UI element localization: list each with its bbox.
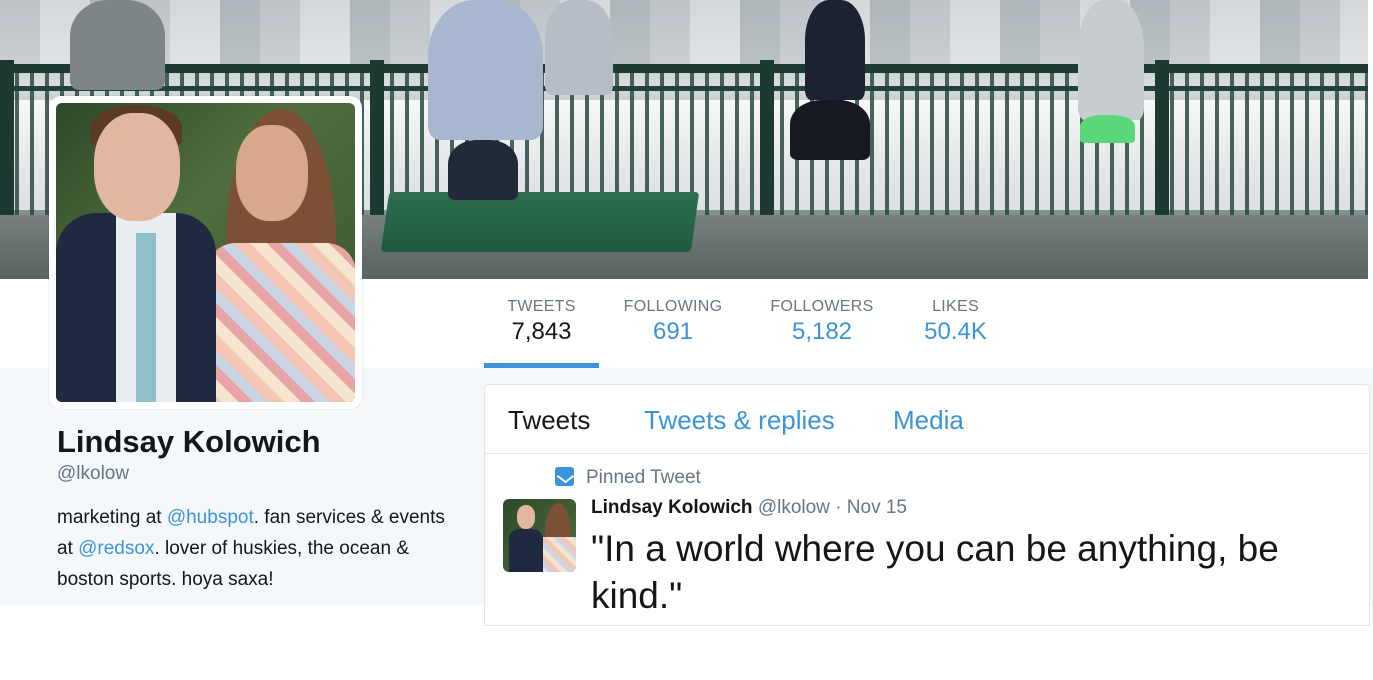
tab-media[interactable]: Media [893,405,964,436]
tweet-author-name[interactable]: Lindsay Kolowich [591,497,753,518]
tweet-date[interactable]: Nov 15 [847,497,907,518]
tweet-author-handle[interactable]: @lkolow [758,497,830,518]
stat-tweets-label: TWEETS [507,298,576,315]
stat-following[interactable]: FOLLOWING 691 [612,298,734,346]
stat-following-value: 691 [652,318,694,345]
tweet-header: Lindsay Kolowich @lkolow · Nov 15 [591,497,907,519]
stat-followers-value: 5,182 [791,318,853,345]
tweet-avatar[interactable] [503,499,576,572]
tweet-separator: · [835,497,842,518]
stat-likes-label: LIKES [932,298,979,315]
stat-tweets[interactable]: TWEETS 7,843 [484,298,599,346]
pinned-tweet-context: Pinned Tweet [555,467,701,489]
timeline-card: Tweets Tweets & replies Media Pinned Twe… [484,384,1370,626]
tab-tweets-and-replies[interactable]: Tweets & replies [644,405,835,436]
timeline-tabs: Tweets Tweets & replies Media [485,385,1369,454]
profile-name[interactable]: Lindsay Kolowich [57,424,321,460]
stat-following-label: FOLLOWING [623,298,723,315]
stat-likes-value: 50.4K [924,318,987,345]
stat-followers-label: FOLLOWERS [770,298,874,315]
profile-avatar[interactable] [49,96,362,409]
stat-likes[interactable]: LIKES 50.4K [908,298,1003,346]
pinned-label: Pinned Tweet [586,467,701,488]
stat-followers[interactable]: FOLLOWERS 5,182 [758,298,886,346]
bio-link-hubspot[interactable]: @hubspot [167,507,254,528]
pin-icon [555,467,574,486]
profile-handle[interactable]: @lkolow [57,463,129,485]
avatar-photo [56,103,355,402]
bio-link-redsox[interactable]: @redsox [78,538,154,559]
bio-text-1: marketing at [57,507,167,528]
stat-tweets-value: 7,843 [511,318,572,345]
tweet-text: "In a world where you can be anything, b… [591,528,1279,616]
profile-bio: marketing at @hubspot. fan services & ev… [57,502,447,595]
tab-tweets[interactable]: Tweets [508,405,590,436]
